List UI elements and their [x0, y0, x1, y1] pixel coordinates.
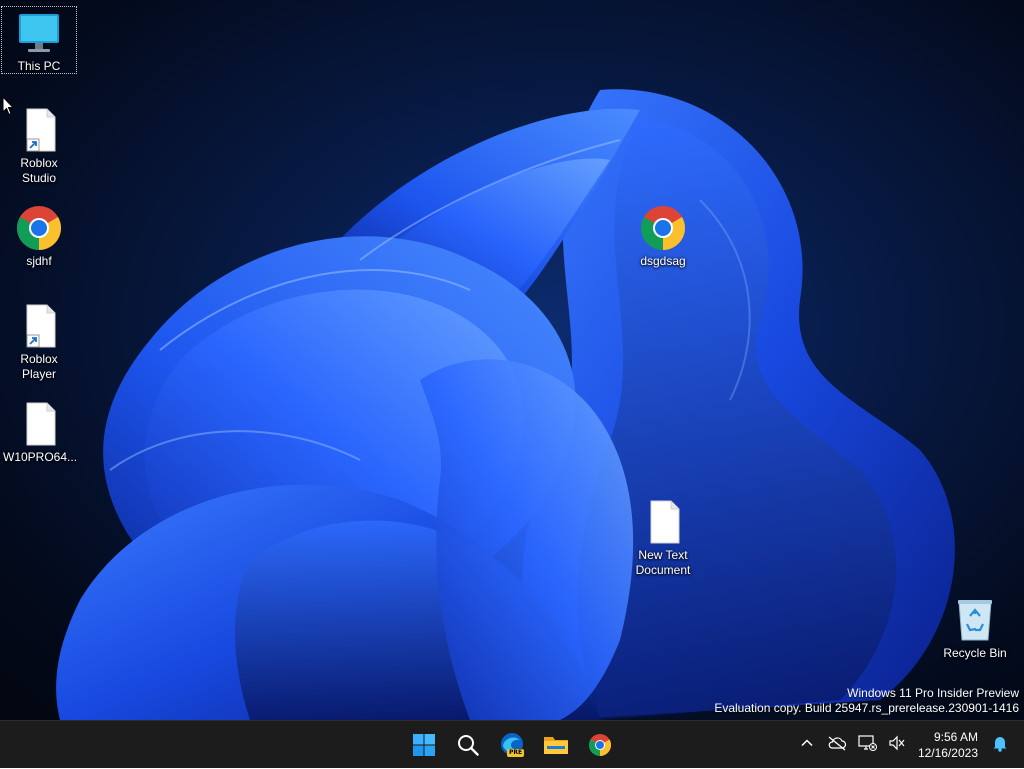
chrome-icon [15, 204, 63, 252]
taskbar-edge-preview[interactable]: PRE [490, 725, 534, 765]
search-icon [456, 733, 480, 757]
file-icon [15, 400, 63, 448]
desktop-icon-label: W10PRO64... [3, 450, 78, 464]
clock-time: 9:56 AM [933, 730, 978, 744]
desktop-icon-label: New Text Document [635, 548, 691, 577]
chrome-icon [639, 204, 687, 252]
start-button[interactable] [402, 725, 446, 765]
shortcut-file-icon [15, 302, 63, 350]
chrome-icon [588, 733, 612, 757]
desktop-icon-label: sjdhf [26, 254, 52, 268]
mouse-cursor-icon [2, 95, 15, 121]
speaker-muted-icon [888, 735, 906, 756]
windows-start-icon [412, 733, 436, 757]
volume-tray-button[interactable] [882, 725, 912, 765]
desktop-icon-w10pro64[interactable]: W10PRO64... [1, 398, 77, 465]
system-tray: 9:56 AM 12/16/2023 [792, 721, 1024, 769]
search-button[interactable] [446, 725, 490, 765]
clock-date: 12/16/2023 [917, 746, 978, 760]
taskbar-file-explorer[interactable] [534, 725, 578, 765]
taskbar: PRE 9:56 AM 12/16/2023 [0, 720, 1024, 768]
chevron-up-icon [800, 736, 814, 755]
onedrive-tray-button[interactable] [822, 725, 852, 765]
recycle-bin-icon [951, 596, 999, 644]
evaluation-watermark: Windows 11 Pro Insider Preview Evaluatio… [714, 686, 1019, 716]
desktop-icon-label: Roblox Studio [20, 156, 58, 185]
folder-icon [543, 733, 569, 757]
desktop[interactable]: This PC Roblox Studio sjdhf Roblox Playe… [0, 0, 1024, 720]
bell-icon [992, 734, 1008, 757]
desktop-icon-dsgdsag[interactable]: dsgdsag [625, 202, 701, 269]
watermark-line-build: Evaluation copy. Build 25947.rs_prerelea… [714, 701, 1019, 715]
network-disconnected-icon [857, 734, 877, 757]
cloud-offline-icon [827, 735, 847, 756]
watermark-line-edition: Windows 11 Pro Insider Preview [847, 686, 1019, 700]
taskbar-apps: PRE [402, 721, 622, 769]
notifications-button[interactable] [986, 725, 1014, 765]
desktop-icon-roblox-player[interactable]: Roblox Player [1, 300, 77, 382]
edge-pre-badge: PRE [507, 749, 525, 757]
network-tray-button[interactable] [852, 725, 882, 765]
desktop-icon-label: Roblox Player [20, 352, 58, 381]
desktop-icon-this-pc[interactable]: This PC [1, 6, 77, 74]
shortcut-file-icon [15, 106, 63, 154]
desktop-icon-sjdhf[interactable]: sjdhf [1, 202, 77, 269]
show-hidden-icons-button[interactable] [792, 725, 822, 765]
desktop-icon-label: dsgdsag [640, 254, 686, 268]
monitor-icon [15, 9, 63, 57]
wallpaper [56, 89, 955, 720]
desktop-icon-new-text-document[interactable]: New Text Document [625, 496, 701, 578]
desktop-icon-label: This PC [17, 59, 61, 73]
taskbar-google-chrome[interactable] [578, 725, 622, 765]
taskbar-clock[interactable]: 9:56 AM 12/16/2023 [912, 729, 986, 761]
desktop-icon-recycle-bin[interactable]: Recycle Bin [937, 594, 1013, 661]
desktop-icon-label: Recycle Bin [943, 646, 1007, 660]
edge-pre-icon: PRE [499, 732, 525, 758]
text-file-icon [639, 498, 687, 546]
